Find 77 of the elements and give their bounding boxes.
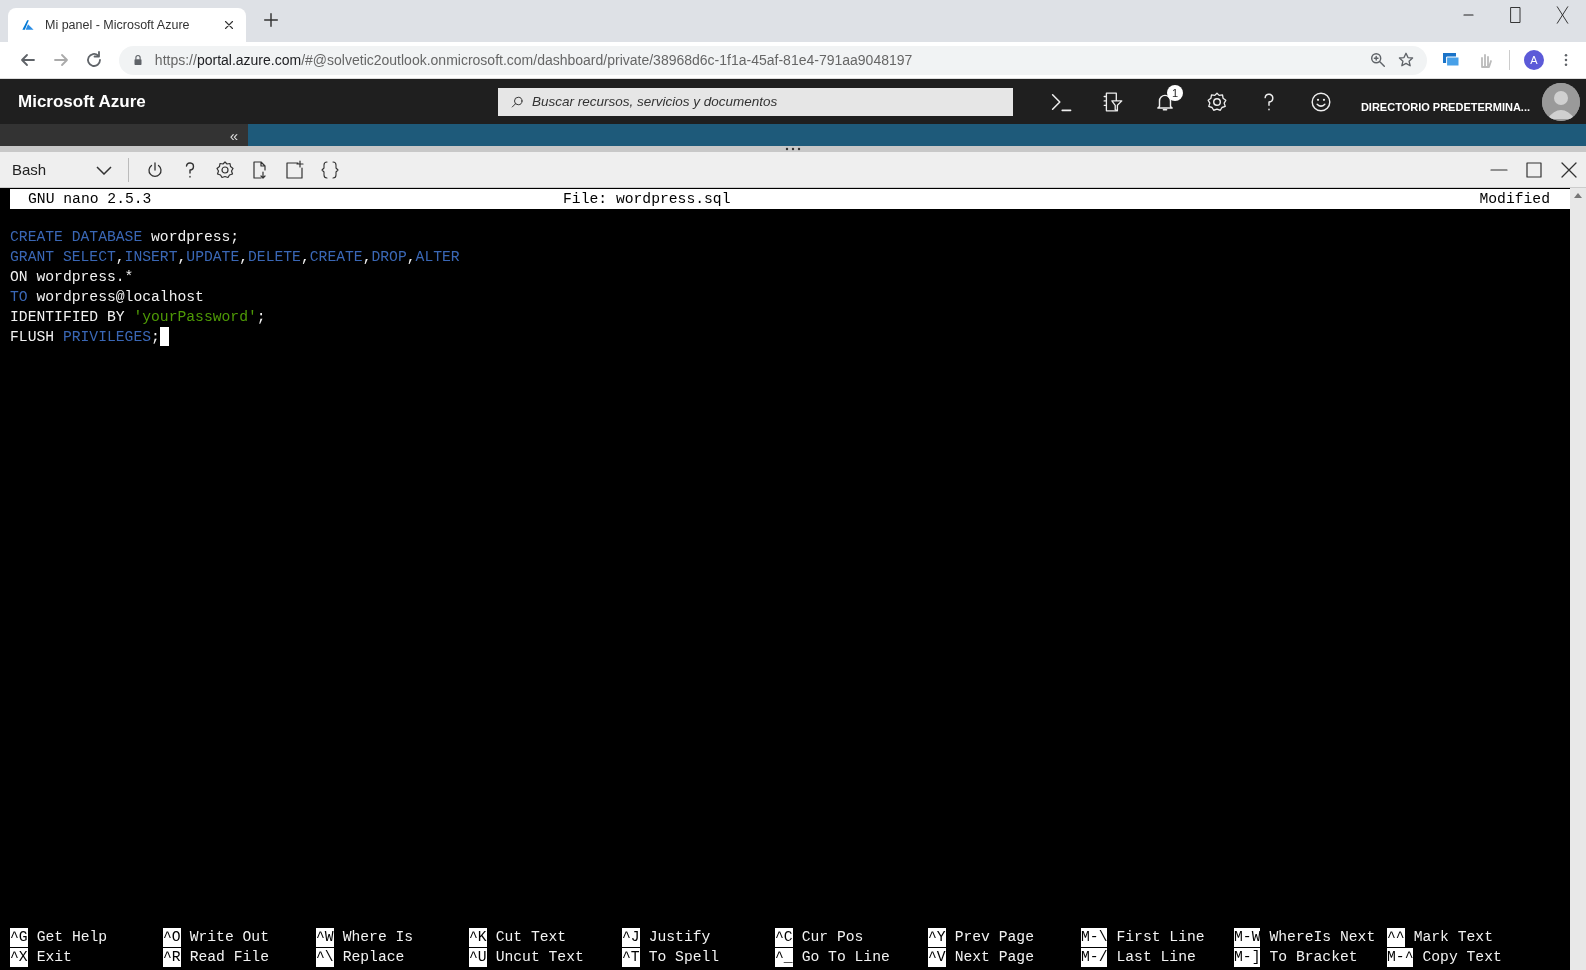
- shortcut-label: Replace: [342, 949, 405, 965]
- code-line: ON wordpress.*: [10, 268, 134, 287]
- collapse-button[interactable]: «: [229, 126, 238, 144]
- caret-icon: [96, 164, 112, 175]
- new-tab-icon[interactable]: [262, 11, 280, 29]
- shortcut-key: ^G: [10, 927, 28, 947]
- user-avatar[interactable]: [1542, 82, 1580, 121]
- settings-icon[interactable]: [1206, 90, 1228, 113]
- shortcut-label: Mark Text: [1413, 929, 1493, 945]
- shell-selector[interactable]: Bash: [0, 154, 120, 185]
- shortcut-label: Cut Text: [495, 929, 567, 945]
- browser-tab[interactable]: Mi panel - Microsoft Azure: [8, 8, 246, 42]
- maximize-icon[interactable]: [1523, 159, 1544, 180]
- code-line: GRANT SELECT,INSERT,UPDATE,DELETE,CREATE,DROP,ALTER: [10, 248, 460, 267]
- close-icon[interactable]: [222, 18, 236, 32]
- shortcut-key: ^^: [1387, 927, 1405, 947]
- shortcut-key: M-^: [1387, 947, 1414, 967]
- modified-status: Modified: [1479, 191, 1551, 207]
- scrollbar[interactable]: [1570, 188, 1586, 970]
- code-line: TO wordpress@localhost: [10, 288, 204, 307]
- shortcut-label: WhereIs Next: [1269, 929, 1376, 945]
- shortcut-key: ^U: [469, 947, 487, 967]
- shortcut-label: Go To Line: [801, 949, 890, 965]
- url-text: https://portal.azure.com/#@solvetic2outlook.onmicrosoft.com/dashboard/private/38968d6c-1f1a-45af-81e4-791aa9048197: [154, 52, 914, 68]
- scroll-up-arrow-icon[interactable]: [1574, 192, 1582, 198]
- shortcut-label: Get Help: [36, 929, 108, 945]
- code-line: CREATE DATABASE wordpress;: [10, 228, 240, 247]
- shortcut-key: ^_: [775, 947, 793, 967]
- address-bar[interactable]: https://portal.azure.com/#@solvetic2outlook.onmicrosoft.com/dashboard/private/38968d6c-1f1a-45af-81e4-791aa9048197: [118, 45, 1427, 75]
- star-icon[interactable]: [1397, 51, 1415, 69]
- shortcut-key: ^V: [928, 947, 946, 967]
- shortcut-label: To Spell: [648, 949, 720, 965]
- shortcut-label: Uncut Text: [495, 949, 584, 965]
- shortcut-key: M-\: [1081, 927, 1108, 947]
- shortcut-key: ^T: [622, 947, 640, 967]
- shortcut-key: ^W: [316, 927, 334, 947]
- shortcut-key: M-/: [1081, 947, 1108, 967]
- profile-avatar[interactable]: A: [1524, 50, 1544, 70]
- shortcut-key: ^R: [163, 947, 181, 967]
- shortcut-label: Write Out: [189, 929, 269, 945]
- code-line: IDENTIFIED BY 'yourPassword';: [10, 308, 266, 327]
- zoom-icon[interactable]: [1369, 51, 1387, 69]
- shortcut-label: Next Page: [954, 949, 1034, 965]
- shortcut-key: M-]: [1234, 947, 1261, 967]
- file-name: File: wordpress.sql: [563, 191, 732, 207]
- shortcut-key: ^O: [163, 927, 181, 947]
- shortcut-label: Prev Page: [954, 929, 1034, 945]
- shortcut-key: ^C: [775, 927, 793, 947]
- shortcut-label: Justify: [648, 929, 711, 945]
- shortcut-label: To Bracket: [1269, 949, 1358, 965]
- shortcut-key: ^\: [316, 947, 334, 967]
- app-title[interactable]: Microsoft Azure: [18, 91, 498, 112]
- settings-icon[interactable]: [214, 159, 235, 180]
- shortcut-label: Read File: [189, 949, 269, 965]
- shortcut-label: Copy Text: [1422, 949, 1502, 965]
- filter-icon[interactable]: [1102, 90, 1124, 113]
- code-line: FLUSH PRIVILEGES;: [10, 328, 160, 347]
- shortcut-key: ^J: [622, 927, 640, 947]
- shortcut-label: First Line: [1116, 929, 1205, 945]
- azure-logo-icon: [20, 17, 36, 33]
- shortcut-key: ^X: [10, 947, 28, 967]
- new-session-icon[interactable]: [284, 159, 305, 180]
- editor-version: GNU nano 2.5.3: [27, 191, 153, 207]
- smiley-icon[interactable]: [1310, 90, 1332, 113]
- shortcut-label: Where Is: [342, 929, 414, 945]
- search-field[interactable]: Buscar recursos, servicios y documentos: [498, 87, 1013, 116]
- notification-badge: 1: [1167, 85, 1183, 101]
- braces-icon[interactable]: [319, 159, 340, 180]
- directory-name[interactable]: DIRECTORIO PREDETERMINA...: [1360, 100, 1530, 113]
- search-icon: [510, 94, 525, 110]
- resize-handle[interactable]: [784, 146, 802, 152]
- shortcut-key: ^K: [469, 927, 487, 947]
- shortcut-key: M-W: [1234, 927, 1261, 947]
- shortcut-label: Cur Pos: [801, 929, 864, 945]
- shortcut-label: Last Line: [1116, 949, 1196, 965]
- shortcut-key: ^Y: [928, 927, 946, 947]
- shortcut-label: Exit: [36, 949, 72, 965]
